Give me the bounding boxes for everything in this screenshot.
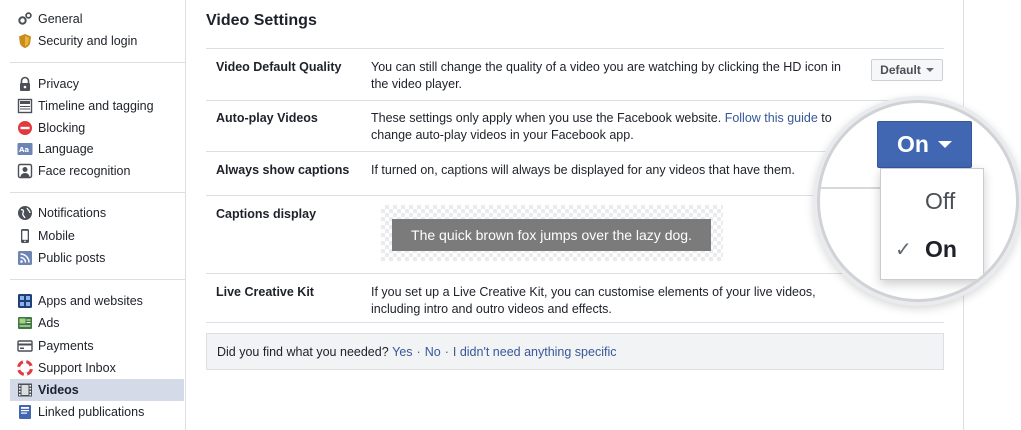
sidebar-item-label: Apps and websites (38, 294, 143, 308)
sidebar-item-label: Payments (38, 339, 94, 353)
rss-icon (17, 250, 33, 266)
setting-label-auto-play-videos: Auto-play Videos (216, 111, 318, 125)
sidebar-item-label: Linked publications (38, 405, 145, 419)
ads-icon (17, 315, 33, 331)
autoplay-dropdown-button[interactable]: On (877, 121, 972, 168)
sidebar-item-label: Face recognition (38, 164, 131, 178)
mobile-icon (17, 228, 33, 244)
sidebar-item-privacy[interactable]: Privacy (10, 73, 184, 95)
film-icon (17, 382, 33, 398)
magnifier-callout: On Off ✓ On (820, 103, 1016, 299)
sidebar-item-blocking[interactable]: Blocking (10, 117, 184, 139)
checkmark-icon: ✓ (895, 238, 912, 261)
setting-description-always-show-captions: If turned on, captions will always be di… (371, 163, 795, 177)
video-quality-value: Default (880, 63, 921, 77)
sidebar-item-apps-and-websites[interactable]: Apps and websites (10, 290, 184, 312)
sidebar-item-linked-publications[interactable]: Linked publications (10, 401, 184, 423)
feedback-question: Did you find what you needed? (217, 344, 389, 359)
language-icon: Aa (17, 141, 33, 157)
sidebar-item-payments[interactable]: Payments (10, 335, 184, 357)
settings-sidebar: General Security and login Privacy Timel… (0, 0, 186, 430)
setting-description-auto-play-videos: These settings only apply when you use t… (371, 110, 841, 143)
sidebar-item-videos[interactable]: Videos (10, 379, 184, 401)
sidebar-item-label: Blocking (38, 121, 86, 135)
feedback-yes-link[interactable]: Yes (392, 345, 412, 359)
setting-label-captions-display: Captions display (216, 207, 317, 221)
sidebar-item-label: Language (38, 142, 94, 156)
sidebar-item-label: General (38, 12, 83, 26)
sidebar-item-label: Privacy (38, 77, 79, 91)
row-divider (206, 100, 944, 101)
video-quality-dropdown[interactable]: Default (871, 59, 943, 81)
sidebar-item-label: Public posts (38, 251, 106, 265)
autoplay-option-off[interactable]: Off (881, 181, 983, 221)
sidebar-item-label: Ads (38, 316, 60, 330)
autoplay-dropdown-value: On (897, 131, 929, 157)
sidebar-divider (10, 279, 185, 280)
feedback-no-link[interactable]: No (425, 345, 441, 359)
apps-icon (17, 293, 33, 309)
gear-icon (17, 11, 33, 27)
auto-play-text-start: These settings only apply when you use t… (371, 111, 725, 125)
sidebar-item-timeline-and-tagging[interactable]: Timeline and tagging (10, 95, 184, 117)
sidebar-item-label: Mobile (38, 229, 75, 243)
chevron-down-icon (937, 141, 952, 148)
svg-text:Aa: Aa (19, 146, 29, 154)
sidebar-divider (10, 62, 185, 63)
separator-dot: · (444, 344, 449, 359)
setting-description-live-creative-kit: If you set up a Live Creative Kit, you c… (371, 285, 816, 316)
page-title: Video Settings (206, 12, 317, 29)
timeline-icon (17, 98, 33, 114)
book-icon (17, 404, 33, 420)
shield-icon (17, 33, 33, 49)
sidebar-item-support-inbox[interactable]: Support Inbox (10, 357, 184, 379)
row-divider (206, 322, 944, 323)
face-recognition-icon (17, 163, 33, 179)
setting-description-video-default-quality: You can still change the quality of a vi… (371, 60, 841, 91)
sidebar-item-face-recognition[interactable]: Face recognition (10, 160, 184, 182)
sidebar-item-mobile[interactable]: Mobile (10, 225, 184, 247)
chevron-down-icon (925, 68, 934, 72)
feedback-not-needed-link[interactable]: I didn't need anything specific (453, 345, 617, 359)
sidebar-item-security-and-login[interactable]: Security and login (10, 30, 184, 52)
sidebar-item-language[interactable]: Aa Language (10, 138, 184, 160)
sidebar-item-public-posts[interactable]: Public posts (10, 247, 184, 269)
block-icon (17, 120, 33, 136)
payments-icon (17, 338, 33, 354)
lock-icon (17, 76, 33, 92)
row-divider (206, 273, 944, 274)
autoplay-option-on[interactable]: ✓ On (881, 229, 983, 269)
sidebar-divider (10, 192, 185, 193)
sidebar-item-ads[interactable]: Ads (10, 312, 184, 334)
setting-label-video-default-quality: Video Default Quality (216, 60, 342, 74)
sidebar-item-notifications[interactable]: Notifications (10, 202, 184, 224)
separator-dot: · (416, 344, 421, 359)
globe-icon (17, 205, 33, 221)
setting-label-live-creative-kit: Live Creative Kit (216, 285, 314, 299)
magnified-row-divider (820, 187, 880, 189)
feedback-bar: Did you find what you needed? Yes · No ·… (206, 333, 944, 370)
follow-guide-link[interactable]: Follow this guide (725, 111, 818, 125)
sidebar-item-label: Security and login (38, 34, 138, 48)
caption-preview-text: The quick brown fox jumps over the lazy … (392, 219, 711, 251)
sidebar-item-label: Notifications (38, 206, 107, 220)
sidebar-item-label: Timeline and tagging (38, 99, 154, 113)
setting-label-always-show-captions: Always show captions (216, 163, 350, 177)
autoplay-dropdown-menu: Off ✓ On (880, 168, 984, 280)
sidebar-item-general[interactable]: General (10, 8, 184, 30)
option-label: Off (925, 187, 956, 214)
lifebuoy-icon (17, 360, 33, 376)
sidebar-item-label: Videos (38, 383, 79, 397)
sidebar-item-label: Support Inbox (38, 361, 116, 375)
option-label: On (925, 235, 957, 262)
row-divider (206, 48, 944, 49)
